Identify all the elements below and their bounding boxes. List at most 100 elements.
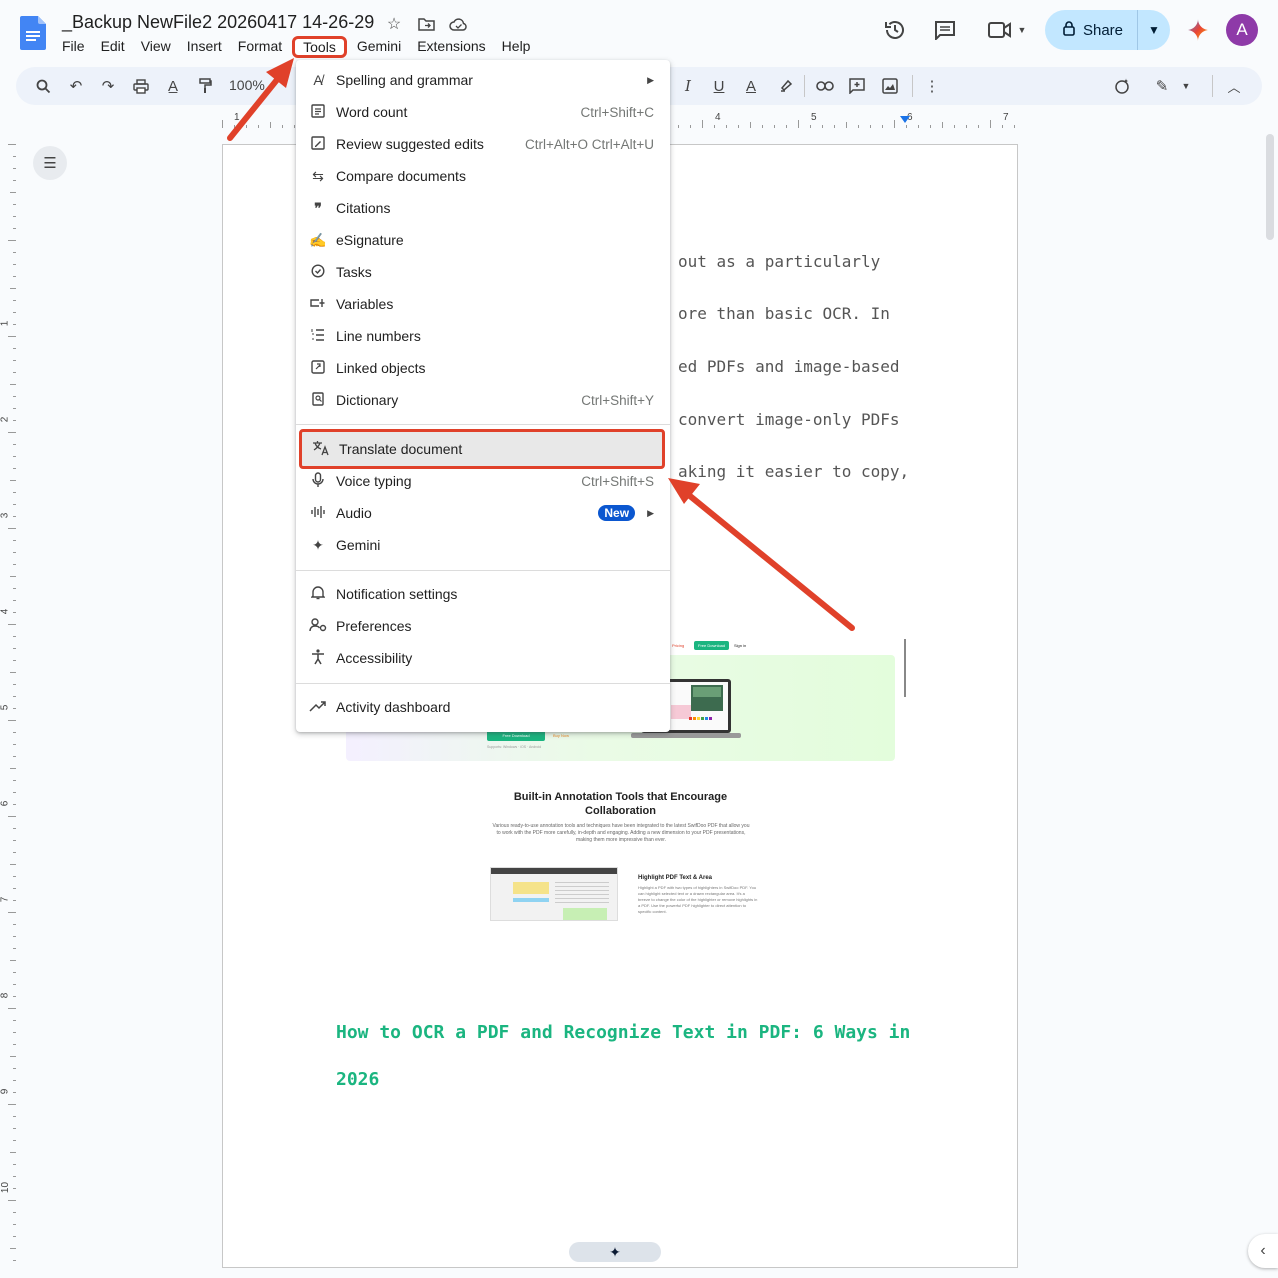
- menu-item-tasks[interactable]: Tasks: [296, 256, 670, 288]
- menu-item-word-count[interactable]: Word count Ctrl+Shift+C: [296, 96, 670, 128]
- ruler-tick: [294, 125, 295, 128]
- insert-image-icon[interactable]: [880, 76, 900, 96]
- menu-extensions[interactable]: Extensions: [409, 36, 493, 58]
- menu-item-linked-objects[interactable]: Linked objects: [296, 352, 670, 384]
- avatar[interactable]: A: [1226, 14, 1258, 46]
- menu-item-dictionary[interactable]: Dictionary Ctrl+Shift+Y: [296, 384, 670, 416]
- ruler-tick: [774, 125, 775, 128]
- hide-menus-icon[interactable]: ︿: [1224, 76, 1244, 96]
- menu-item-accessibility[interactable]: Accessibility: [296, 642, 670, 674]
- ruler-tick: [13, 900, 16, 901]
- editing-mode-icon[interactable]: ✎: [1152, 76, 1172, 96]
- vertical-scrollbar[interactable]: [1266, 134, 1274, 240]
- menu-item-review-edits[interactable]: Review suggested edits Ctrl+Alt+O Ctrl+A…: [296, 128, 670, 160]
- accessibility-icon: [309, 648, 327, 668]
- highlight-color-icon[interactable]: [776, 76, 796, 96]
- meet-camera-icon[interactable]: ▼: [979, 10, 1035, 50]
- embedded-section-title: Built-in Annotation Tools that Encourage: [513, 791, 728, 803]
- editing-mode-dropdown-icon[interactable]: ▼: [1176, 76, 1196, 96]
- docs-logo-icon[interactable]: [20, 16, 46, 50]
- share-button[interactable]: Share ▼: [1044, 10, 1170, 50]
- menu-item-variables[interactable]: Variables: [296, 288, 670, 320]
- ruler-tick: [13, 492, 16, 493]
- menu-item-preferences[interactable]: Preferences: [296, 610, 670, 642]
- ruler-tick: [13, 1128, 16, 1129]
- menu-help[interactable]: Help: [494, 36, 539, 58]
- move-folder-icon[interactable]: [416, 14, 436, 34]
- print-icon[interactable]: [131, 76, 151, 96]
- ruler-tick: [8, 432, 16, 433]
- menu-item-translate-document[interactable]: Translate document: [299, 429, 665, 469]
- menu-item-notification-settings[interactable]: Notification settings: [296, 578, 670, 610]
- ruler-tick: [13, 1116, 16, 1117]
- search-icon[interactable]: [33, 76, 53, 96]
- paint-format-icon[interactable]: [195, 76, 215, 96]
- spellcheck-icon: A̸: [313, 72, 323, 88]
- ruler-number: 8: [0, 992, 11, 999]
- menu-item-audio[interactable]: Audio New ▶: [296, 497, 670, 529]
- menu-item-compare[interactable]: ⇆ Compare documents: [296, 160, 670, 192]
- ruler-tick: [13, 1092, 16, 1093]
- menu-tools[interactable]: Tools: [292, 36, 347, 58]
- document-outline-icon[interactable]: ☰: [33, 146, 67, 180]
- menu-item-line-numbers[interactable]: Line numbers: [296, 320, 670, 352]
- ruler-tick: [13, 660, 16, 661]
- side-panel-toggle[interactable]: ‹: [1248, 1234, 1278, 1268]
- menu-item-label: Translate document: [339, 441, 463, 457]
- menu-item-gemini[interactable]: ✦ Gemini: [296, 529, 670, 561]
- document-title[interactable]: _Backup NewFile2 20260417 14-26-29: [62, 12, 374, 33]
- ruler-tick: [13, 792, 16, 793]
- spellcheck-icon[interactable]: A̲: [163, 76, 183, 96]
- redo-icon[interactable]: ↷: [98, 76, 118, 96]
- gemini-spark-icon: ✦: [609, 1243, 621, 1260]
- ruler-tick: [750, 122, 751, 128]
- link-icon[interactable]: [815, 76, 835, 96]
- gemini-refine-icon[interactable]: [1112, 76, 1132, 96]
- menu-insert[interactable]: Insert: [179, 36, 230, 58]
- preferences-icon: [309, 617, 327, 635]
- undo-icon[interactable]: ↶: [66, 76, 86, 96]
- underline-icon[interactable]: U: [709, 76, 729, 96]
- cloud-saved-icon[interactable]: [448, 14, 468, 34]
- menu-item-activity-dashboard[interactable]: Activity dashboard: [296, 691, 670, 723]
- star-icon[interactable]: ☆: [384, 14, 404, 34]
- menu-separator: [296, 683, 670, 684]
- italic-icon[interactable]: I: [678, 76, 698, 96]
- menu-format[interactable]: Format: [230, 36, 290, 58]
- text-color-icon[interactable]: A: [741, 76, 761, 96]
- trending-up-icon: [309, 699, 327, 715]
- ruler-tick: [13, 564, 16, 565]
- add-comment-icon[interactable]: [847, 76, 867, 96]
- vertical-ruler[interactable]: 1 2 3 4 5 6 7 8 9 10: [0, 130, 16, 1278]
- menu-item-voice-typing[interactable]: Voice typing Ctrl+Shift+S: [296, 465, 670, 497]
- menu-gemini[interactable]: Gemini: [349, 36, 409, 58]
- ruler-number: 7: [1003, 112, 1009, 123]
- lock-icon: [1063, 20, 1075, 40]
- ruler-tick: [13, 1020, 16, 1021]
- gemini-spark-icon[interactable]: [1178, 10, 1218, 50]
- menu-view[interactable]: View: [133, 36, 179, 58]
- review-edits-icon: [309, 135, 327, 153]
- version-history-icon[interactable]: [875, 10, 915, 50]
- right-indent-marker-icon[interactable]: [900, 116, 910, 123]
- ruler-tick: [10, 1056, 16, 1057]
- ruler-tick: [13, 732, 16, 733]
- menu-separator: [296, 424, 670, 425]
- ruler-tick: [282, 125, 283, 128]
- menu-item-esignature[interactable]: ✍ eSignature: [296, 224, 670, 256]
- body-text-line: aking it easier to copy,: [678, 462, 910, 481]
- ruler-tick: [954, 125, 955, 128]
- zoom-select[interactable]: 100%: [229, 77, 265, 93]
- menu-item-citations[interactable]: ❞ Citations: [296, 192, 670, 224]
- ask-gemini-button[interactable]: ✦: [569, 1242, 661, 1262]
- heading-line: How to OCR a PDF and Recognize Text in P…: [336, 1022, 911, 1043]
- menu-item-spelling[interactable]: A̸ Spelling and grammar ▶: [296, 64, 670, 96]
- comments-icon[interactable]: [925, 10, 965, 50]
- menu-file[interactable]: File: [54, 36, 93, 58]
- menu-edit[interactable]: Edit: [93, 36, 133, 58]
- ruler-tick: [990, 120, 991, 128]
- share-dropdown-icon[interactable]: ▼: [1138, 23, 1170, 37]
- more-options-icon[interactable]: ⋮: [922, 76, 942, 96]
- ruler-tick: [13, 324, 16, 325]
- ruler-number: 5: [811, 112, 817, 123]
